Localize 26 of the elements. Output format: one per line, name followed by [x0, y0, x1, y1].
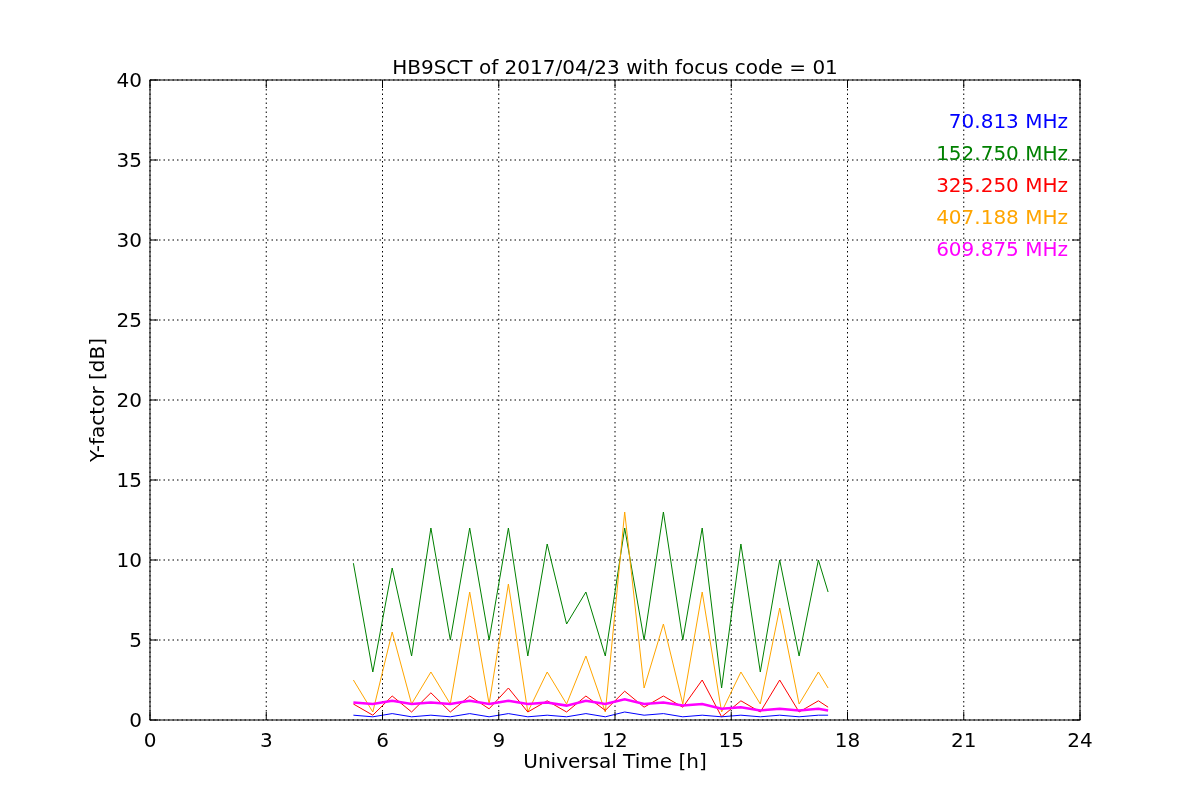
- x-tick-label: 18: [834, 728, 861, 752]
- x-axis-label: Universal Time [h]: [523, 749, 707, 773]
- x-tick-label: 12: [602, 728, 628, 752]
- y-tick-label: 10: [116, 548, 142, 572]
- x-tick-label: 21: [951, 728, 977, 752]
- y-tick-label: 35: [116, 148, 142, 172]
- legend-label: 70.813 MHz: [948, 109, 1068, 133]
- y-tick-label: 25: [116, 308, 142, 332]
- x-tick-label: 24: [1067, 728, 1093, 752]
- y-tick-label: 30: [116, 228, 142, 252]
- x-tick-label: 0: [143, 728, 157, 752]
- y-tick-label: 0: [129, 708, 142, 732]
- x-tick-label: 9: [492, 728, 506, 752]
- x-tick-label: 6: [376, 728, 389, 752]
- x-tick-label: 3: [259, 728, 273, 752]
- y-tick-label: 40: [116, 68, 142, 92]
- legend-label: 407.188 MHz: [936, 205, 1068, 229]
- y-tick-label: 15: [116, 468, 142, 492]
- y-tick-label: 20: [116, 388, 142, 412]
- legend-label: 325.250 MHz: [936, 173, 1068, 197]
- legend-label: 152.750 MHz: [936, 141, 1068, 165]
- y-axis-label: Y-factor [dB]: [85, 338, 109, 462]
- y-tick-label: 5: [129, 628, 142, 652]
- chart-title: HB9SCT of 2017/04/23 with focus code = 01: [392, 55, 838, 79]
- legend-label: 609.875 MHz: [936, 237, 1068, 261]
- x-tick-label: 15: [718, 728, 744, 752]
